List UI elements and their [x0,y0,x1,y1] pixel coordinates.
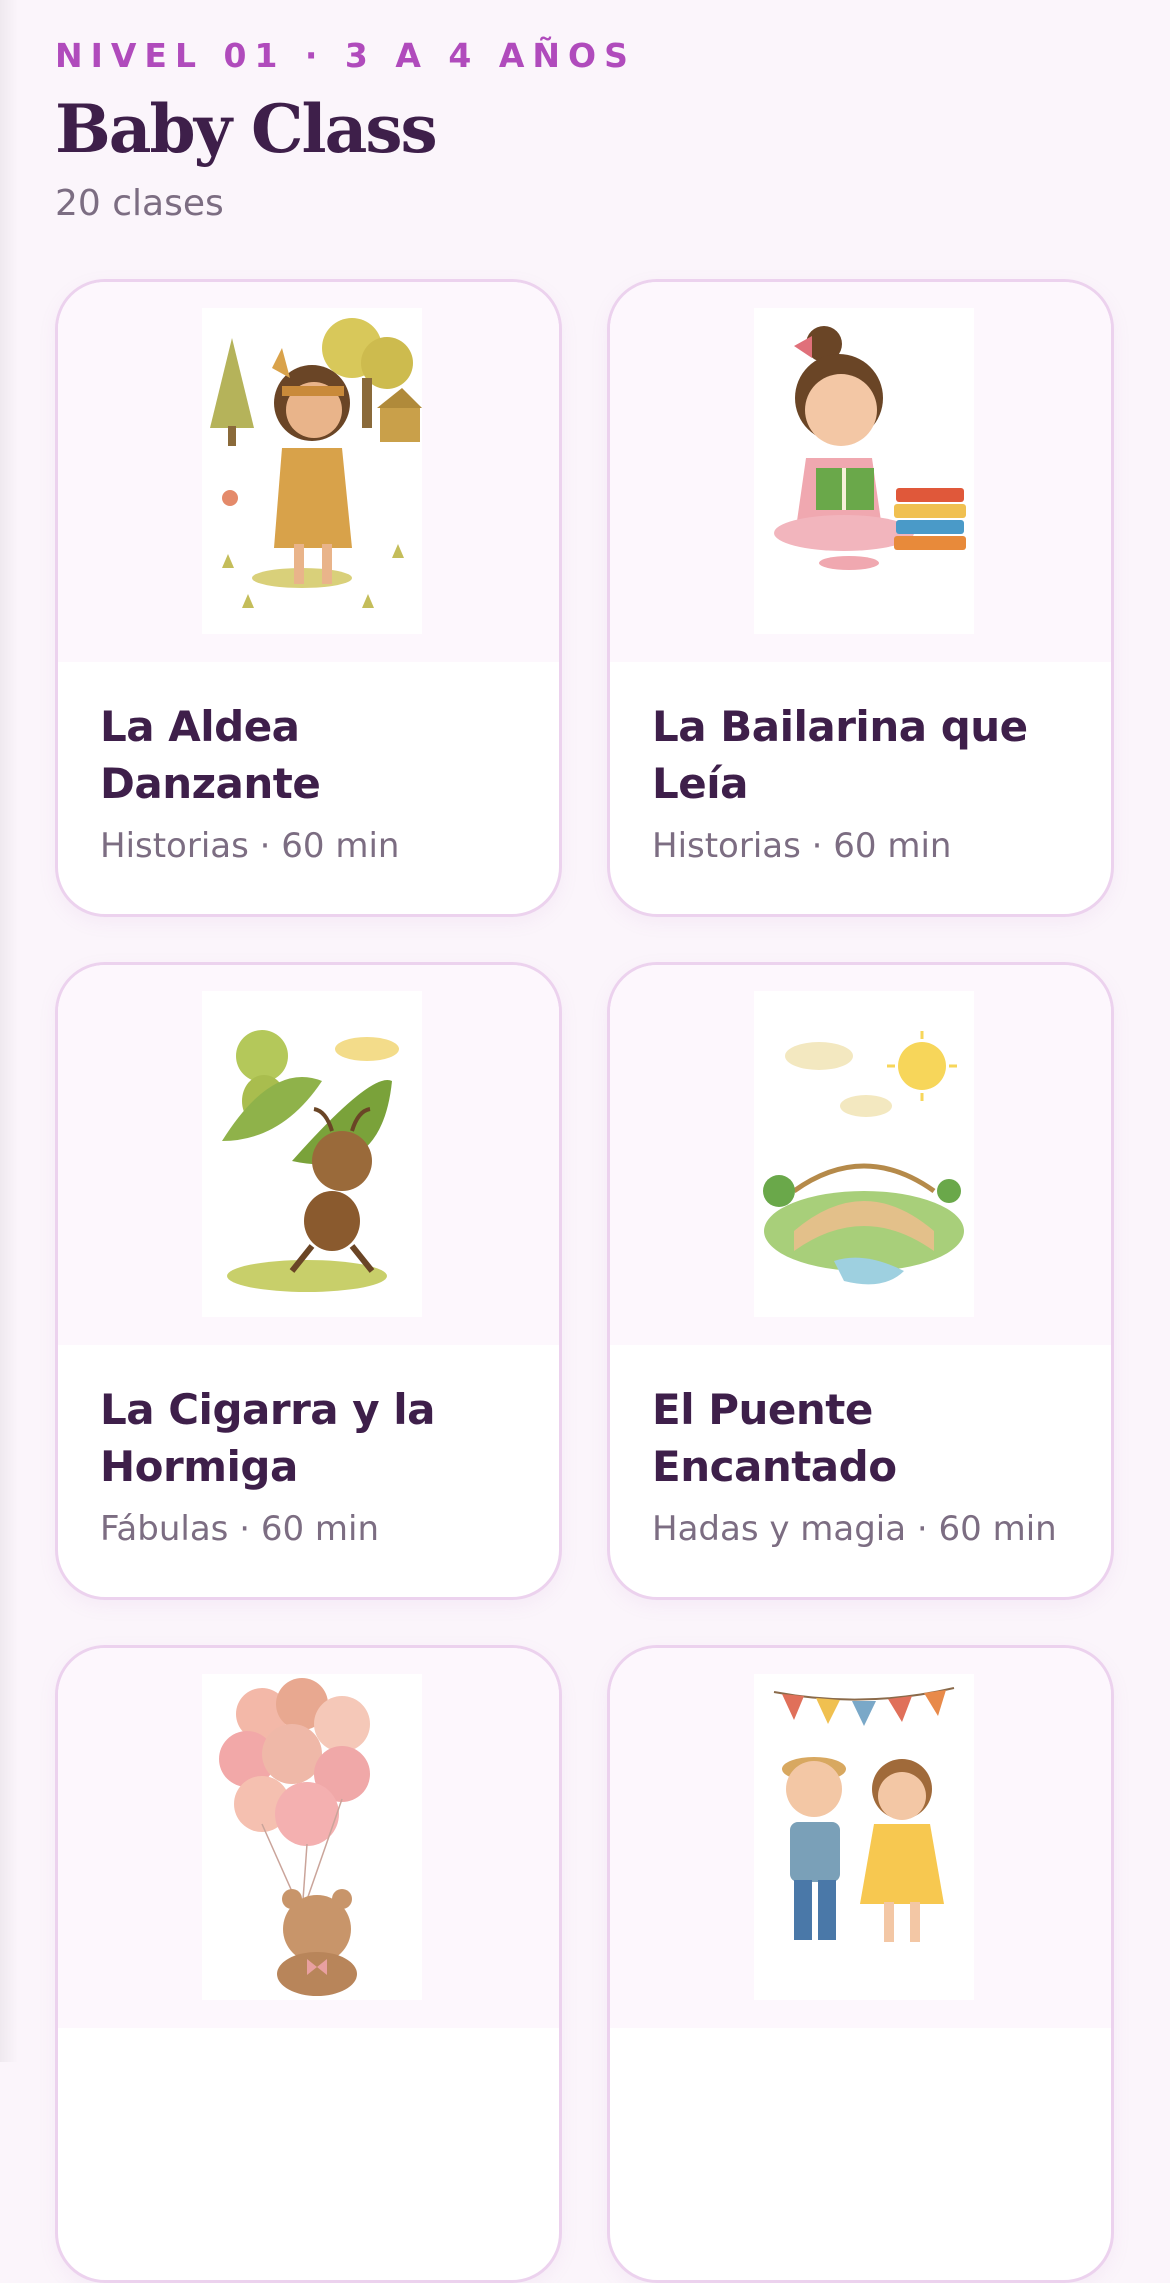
class-card[interactable] [55,1645,562,2283]
card-title: La Cigarra y la Hormiga [100,1385,435,1491]
card-image-area [610,965,1111,1345]
card-meta: Historias · 60 min [652,826,952,866]
class-count: 20 clases [55,183,224,224]
card-image-area [610,282,1111,662]
class-card[interactable]: La Aldea Danzante Historias · 60 min [55,279,562,917]
class-grid: La Aldea Danzante Historias · 60 min La … [55,279,1114,2283]
enchanted-bridge-illustration [754,991,974,1317]
dancing-children-illustration [754,1674,974,2000]
left-edge-shade [0,0,18,2062]
teddy-bear-balloons-illustration [202,1674,422,2000]
class-card[interactable]: La Bailarina que Leía Historias · 60 min [607,279,1114,917]
card-meta: Hadas y magia · 60 min [652,1509,1057,1549]
card-image-area [58,965,559,1345]
cicada-and-ant-illustration [202,991,422,1317]
class-card[interactable] [607,1645,1114,2283]
card-meta: Fábulas · 60 min [100,1509,380,1549]
level-label: NIVEL 01 · 3 A 4 AÑOS [55,36,636,75]
card-title: La Aldea Danzante [100,702,321,808]
card-meta: Historias · 60 min [100,826,400,866]
reading-ballerina-illustration [754,308,974,634]
class-card[interactable]: El Puente Encantado Hadas y magia · 60 m… [607,962,1114,1600]
card-image-area [58,282,559,662]
card-image-area [58,1648,559,2028]
class-card[interactable]: La Cigarra y la Hormiga Fábulas · 60 min [55,962,562,1600]
page-header: NIVEL 01 · 3 A 4 AÑOS Baby Class 20 clas… [55,36,1115,226]
card-image-area [610,1648,1111,2028]
dancing-girl-illustration [202,308,422,634]
page-title: Baby Class [55,90,438,168]
card-title: La Bailarina que Leía [652,702,1028,808]
card-title: El Puente Encantado [652,1385,897,1491]
